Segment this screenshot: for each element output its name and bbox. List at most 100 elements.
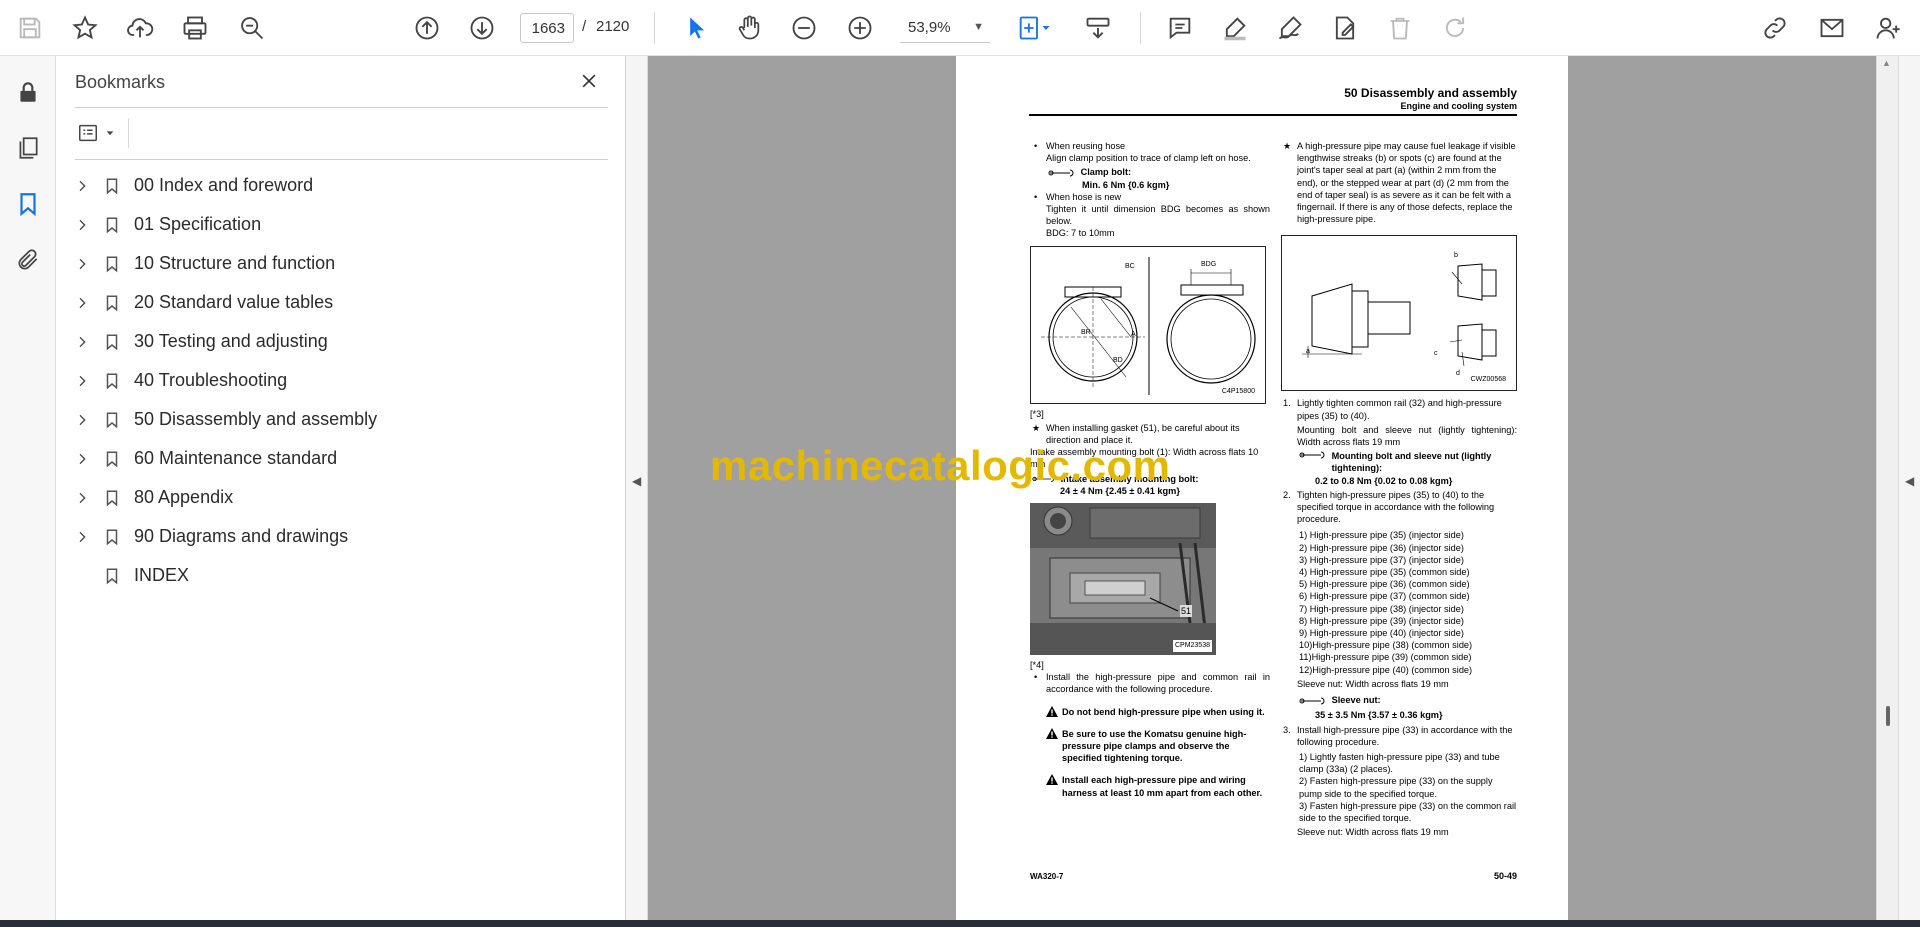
comment-icon[interactable] [1160, 8, 1200, 48]
divider [75, 107, 608, 108]
sub-step: 1) High-pressure pipe (35) (injector sid… [1299, 530, 1464, 541]
bookmark-icon [102, 213, 122, 237]
bookmark-label: 01 Specification [134, 214, 262, 234]
figure-label: a [1306, 348, 1310, 356]
page-footer-number: 50-49 [1493, 871, 1517, 881]
sub-step: 5) High-pressure pipe (36) (common side) [1299, 579, 1470, 590]
header-rule [1029, 114, 1517, 116]
zoom-out-icon[interactable] [784, 8, 824, 48]
chevron-right-icon[interactable] [70, 525, 94, 549]
previous-page-icon[interactable] [407, 8, 447, 48]
chevron-right-icon[interactable] [70, 447, 94, 471]
bookmark-item[interactable]: 10 Structure and function [70, 244, 610, 283]
chevron-right-icon[interactable] [70, 252, 94, 276]
mail-icon[interactable] [1812, 8, 1852, 48]
wrench-icon [1299, 697, 1325, 705]
chevron-right-icon[interactable] [70, 408, 94, 432]
add-user-icon[interactable] [1868, 8, 1908, 48]
save-icon[interactable] [10, 8, 50, 48]
bullet-text: Tighten it until dimension BDG becomes a… [1046, 204, 1270, 227]
torque-value: 0.2 to 0.8 Nm {0.02 to 0.08 kgm} [1315, 475, 1453, 486]
chevron-right-icon[interactable] [70, 291, 94, 315]
select-cursor-icon[interactable] [676, 8, 716, 48]
step-number: 1. [1283, 398, 1291, 409]
bookmark-item[interactable]: 80 Appendix [70, 478, 610, 517]
page-number-input[interactable] [520, 13, 574, 43]
bullet-text: Install the high-pressure pipe and commo… [1046, 672, 1270, 695]
dimension-text: BDG: 7 to 10mm [1046, 228, 1115, 239]
bookmark-item[interactable]: 40 Troubleshooting [70, 361, 610, 400]
bookmark-label: 30 Testing and adjusting [134, 331, 328, 351]
chevron-right-icon[interactable] [70, 213, 94, 237]
bookmark-item[interactable]: 50 Disassembly and assembly [70, 400, 610, 439]
bottom-bar [0, 920, 1920, 927]
chevron-right-icon[interactable] [70, 369, 94, 393]
bookmark-label: INDEX [134, 565, 190, 585]
scroll-mode-icon[interactable] [1078, 8, 1118, 48]
sub-step: 9) High-pressure pipe (40) (injector sid… [1299, 628, 1464, 639]
engine-photo [1030, 503, 1216, 656]
print-icon[interactable] [175, 8, 215, 48]
bookmark-label: 90 Diagrams and drawings [134, 526, 349, 546]
edit-document-icon[interactable] [1325, 8, 1365, 48]
close-icon[interactable] [574, 66, 604, 96]
bullet-title: When hose is new [1046, 191, 1122, 202]
bullet-title: When reusing hose [1046, 141, 1126, 151]
figure-label: BD [1113, 356, 1123, 364]
warning-text: Be sure to use the Komatsu genuine high-… [1062, 728, 1247, 764]
toolbar-divider [1140, 12, 1141, 44]
bookmark-item[interactable]: 01 Specification [70, 205, 610, 244]
step-text: Tighten high-pressure pipes (35) to (40)… [1297, 489, 1495, 525]
bookmark-icon [102, 252, 122, 276]
figure-id: CPM23538 [1172, 639, 1212, 653]
delete-trash-icon[interactable] [1380, 8, 1420, 48]
bookmark-item[interactable]: 90 Diagrams and drawings [70, 517, 610, 556]
list-options-icon [79, 124, 97, 142]
numbered-step: 3. Install high-pressure pipe (33) in ac… [1281, 724, 1517, 839]
attachment-icon[interactable] [10, 242, 46, 278]
torque-spec: Sleeve nut: 35 ± 3.5 Nm {3.57 ± 0.36 kgm… [1281, 694, 1517, 721]
chevron-right-icon[interactable] [70, 174, 94, 198]
next-page-icon[interactable] [462, 8, 502, 48]
scrollbar-thumb[interactable] [1886, 706, 1890, 726]
step-subtext: Sleeve nut: Width across flats 19 mm [1297, 827, 1449, 838]
fit-page-chevron-down-icon[interactable] [1036, 8, 1056, 48]
collapse-right-pane-button[interactable]: ◀ [1898, 56, 1920, 920]
zoom-value: 53,9% [908, 19, 951, 36]
star-icon[interactable] [65, 8, 105, 48]
chevron-right-icon[interactable] [70, 330, 94, 354]
bookmark-panel-icon[interactable] [10, 186, 46, 222]
collapse-left-pane-button[interactable]: ◀ [626, 56, 648, 920]
zoom-select[interactable]: 53,9% ▼ [900, 13, 990, 43]
numbered-step: 1. Lightly tighten common rail (32) and … [1281, 397, 1517, 448]
vertical-scrollbar[interactable]: ▲ [1876, 56, 1898, 920]
bookmark-item[interactable]: INDEX [70, 556, 610, 595]
bookmark-icon [102, 447, 122, 471]
zoom-search-icon[interactable] [232, 8, 272, 48]
page-total: 2120 [596, 18, 630, 35]
chevron-down-icon [106, 131, 114, 136]
draw-pen-icon[interactable] [1270, 8, 1310, 48]
torque-spec: Mounting bolt and sleeve nut (lightly ti… [1281, 450, 1517, 487]
lock-icon[interactable] [10, 74, 46, 110]
hand-tool-icon[interactable] [729, 8, 769, 48]
bookmark-icon [102, 369, 122, 393]
highlight-pen-icon[interactable] [1215, 8, 1255, 48]
bookmark-item[interactable]: 00 Index and foreword [70, 166, 610, 205]
chevron-right-icon[interactable] [70, 486, 94, 510]
hose-clamp-drawing [1041, 256, 1256, 395]
right-column: A high-pressure pipe may cause fuel leak… [1281, 140, 1517, 838]
zoom-in-icon[interactable] [840, 8, 880, 48]
sub-step: 11)High-pressure pipe (39) (common side) [1299, 652, 1472, 663]
redo-icon[interactable] [1435, 8, 1475, 48]
page-thumbnails-icon[interactable] [10, 130, 46, 166]
sub-step: 4) High-pressure pipe (35) (common side) [1299, 567, 1470, 578]
bookmark-options-button[interactable] [75, 118, 123, 148]
upload-cloud-icon[interactable] [120, 8, 160, 48]
share-link-icon[interactable] [1755, 8, 1795, 48]
scroll-up-icon[interactable]: ▲ [1882, 58, 1891, 68]
bookmark-item[interactable]: 30 Testing and adjusting [70, 322, 610, 361]
bookmark-item[interactable]: 60 Maintenance standard [70, 439, 610, 478]
bookmark-item[interactable]: 20 Standard value tables [70, 283, 610, 322]
sub-step: 3) Fasten high-pressure pipe (33) on the… [1299, 800, 1517, 823]
